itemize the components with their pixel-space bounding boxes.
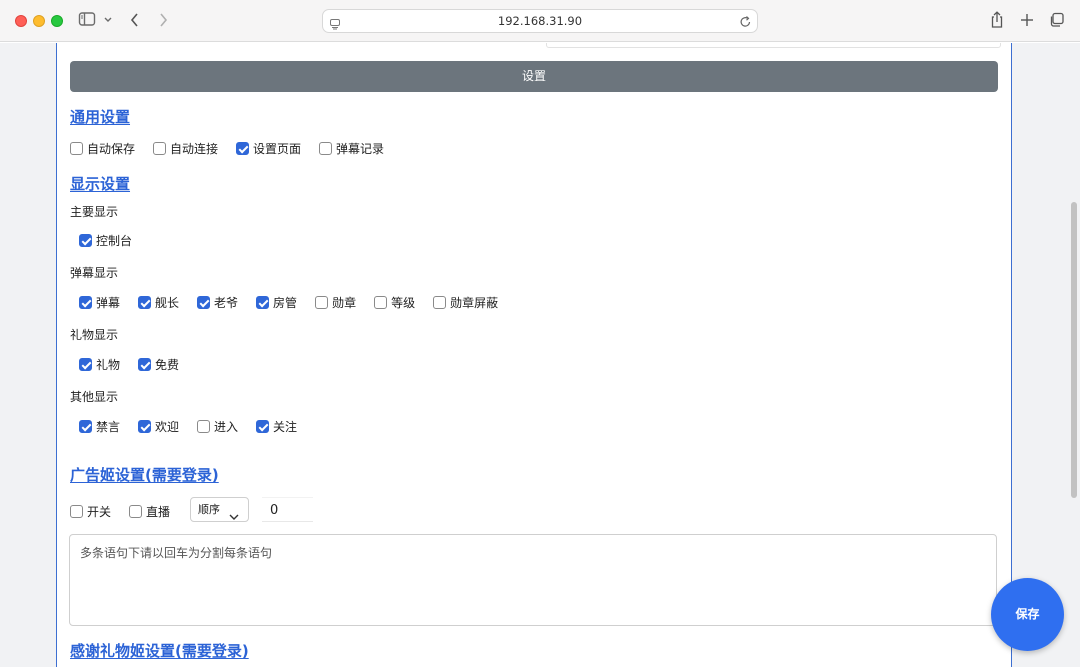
main-display-options: 控制台 <box>79 232 150 249</box>
display-settings-title[interactable]: 显示设置 <box>70 173 130 194</box>
general-settings-title[interactable]: 通用设置 <box>70 106 130 127</box>
checkbox-box[interactable] <box>138 420 152 433</box>
checkbox-label: 进入 <box>214 420 239 434</box>
checkbox-box[interactable] <box>79 358 92 371</box>
ad-options-row: 开关 直播 <box>70 503 188 520</box>
checkbox-item[interactable]: 老爷 <box>197 294 238 311</box>
checkbox-item[interactable]: 勋章屏蔽 <box>433 294 498 311</box>
main-display-label: 主要显示 <box>70 205 119 219</box>
checkbox-label: 控制台 <box>96 234 133 248</box>
checkbox-box[interactable] <box>70 505 83 518</box>
checkbox-label: 欢迎 <box>155 420 180 434</box>
checkbox-label: 开关 <box>87 505 112 519</box>
ad-live-checkbox[interactable]: 直播 <box>129 503 170 520</box>
checkbox-item[interactable]: 舰长 <box>138 294 179 311</box>
checkbox-box[interactable] <box>374 296 388 309</box>
scrollbar-thumb[interactable] <box>1071 202 1077 498</box>
ad-settings-title[interactable]: 广告姬设置(需要登录) <box>70 464 219 485</box>
checkbox-box[interactable] <box>319 142 333 155</box>
checkbox-item[interactable]: 勋章 <box>315 294 356 311</box>
checkbox-label: 自动保存 <box>87 142 136 156</box>
checkbox-item[interactable]: 弹幕记录 <box>319 140 384 157</box>
checkbox-box[interactable] <box>138 296 152 309</box>
checkbox-box[interactable] <box>79 296 92 309</box>
checkbox-item[interactable]: 关注 <box>256 418 297 435</box>
checkbox-box[interactable] <box>315 296 329 309</box>
checkbox-box[interactable] <box>433 296 447 309</box>
new-tab-icon[interactable] <box>1019 11 1035 29</box>
back-icon[interactable] <box>129 11 141 29</box>
other-display-label: 其他显示 <box>70 390 119 404</box>
checkbox-item[interactable]: 自动连接 <box>153 140 218 157</box>
minimize-window-button[interactable] <box>33 15 45 27</box>
danmaku-display-label: 弹幕显示 <box>70 266 119 280</box>
checkbox-box[interactable] <box>138 358 152 371</box>
zoom-window-button[interactable] <box>51 15 63 27</box>
danmaku-display-options: 弹幕 舰长 老爷 房管 勋章 等级 勋章屏蔽 <box>79 294 516 311</box>
sidebar-toggle-icon[interactable] <box>78 11 96 27</box>
checkbox-item[interactable]: 进入 <box>197 418 238 435</box>
top-input-field[interactable] <box>546 43 1001 48</box>
checkbox-box[interactable] <box>197 296 211 309</box>
checkbox-label: 老爷 <box>214 296 239 310</box>
checkbox-item[interactable]: 设置页面 <box>236 140 301 157</box>
checkbox-label: 弹幕记录 <box>336 142 385 156</box>
checkbox-item[interactable]: 礼物 <box>79 356 120 373</box>
checkbox-item[interactable]: 控制台 <box>79 232 132 249</box>
order-select[interactable]: 顺序 <box>190 497 249 522</box>
general-options-row: 自动保存 自动连接 设置页面 弹幕记录 <box>70 140 402 157</box>
browser-titlebar: 192.168.31.90 <box>0 0 1080 42</box>
checkbox-label: 等级 <box>391 296 416 310</box>
other-display-options: 禁言 欢迎 进入 关注 <box>79 418 315 435</box>
checkbox-label: 舰长 <box>155 296 180 310</box>
checkbox-box[interactable] <box>256 420 270 433</box>
checkbox-item[interactable]: 等级 <box>374 294 415 311</box>
save-button[interactable]: 保存 <box>991 578 1064 651</box>
checkbox-label: 关注 <box>273 420 298 434</box>
checkbox-label: 勋章 <box>332 296 357 310</box>
tab-overview-icon[interactable] <box>1048 11 1065 29</box>
order-select-value: 顺序 <box>198 503 220 516</box>
gift-display-options: 礼物 免费 <box>79 356 197 373</box>
checkbox-item[interactable]: 自动保存 <box>70 140 135 157</box>
checkbox-box[interactable] <box>236 142 250 155</box>
checkbox-item[interactable]: 禁言 <box>79 418 120 435</box>
checkbox-item[interactable]: 欢迎 <box>138 418 179 435</box>
gift-display-label: 礼物显示 <box>70 328 119 342</box>
chevron-down-icon[interactable] <box>103 12 113 28</box>
close-window-button[interactable] <box>15 15 27 27</box>
checkbox-label: 礼物 <box>96 358 121 372</box>
checkbox-box[interactable] <box>70 142 83 155</box>
checkbox-item[interactable]: 免费 <box>138 356 179 373</box>
checkbox-box[interactable] <box>197 420 211 433</box>
url-text: 192.168.31.90 <box>497 14 583 28</box>
ad-switch-checkbox[interactable]: 开关 <box>70 503 111 520</box>
checkbox-label: 设置页面 <box>253 142 302 156</box>
checkbox-label: 免费 <box>155 358 180 372</box>
interval-input[interactable]: 0 <box>262 497 313 522</box>
checkbox-box[interactable] <box>79 234 92 247</box>
checkbox-label: 勋章屏蔽 <box>450 296 499 310</box>
url-bar[interactable]: 192.168.31.90 <box>322 9 758 33</box>
checkbox-label: 直播 <box>146 505 171 519</box>
reload-icon[interactable] <box>739 14 752 33</box>
checkbox-label: 弹幕 <box>96 296 121 310</box>
checkbox-box[interactable] <box>79 420 92 433</box>
checkbox-label: 自动连接 <box>170 142 219 156</box>
checkbox-label: 房管 <box>273 296 298 310</box>
ad-messages-textarea[interactable]: 多条语句下请以回车为分割每条语句 <box>69 534 997 626</box>
checkbox-box[interactable] <box>153 142 167 155</box>
checkbox-item[interactable]: 弹幕 <box>79 294 120 311</box>
share-icon[interactable] <box>989 11 1005 29</box>
thanks-gift-settings-title[interactable]: 感谢礼物姬设置(需要登录) <box>70 640 249 661</box>
checkbox-label: 禁言 <box>96 420 121 434</box>
chevron-down-icon <box>229 506 239 529</box>
checkbox-item[interactable]: 房管 <box>256 294 297 311</box>
checkbox-box[interactable] <box>256 296 270 309</box>
forward-icon[interactable] <box>157 11 169 29</box>
checkbox-box[interactable] <box>129 505 143 518</box>
set-button[interactable]: 设置 <box>70 61 998 92</box>
